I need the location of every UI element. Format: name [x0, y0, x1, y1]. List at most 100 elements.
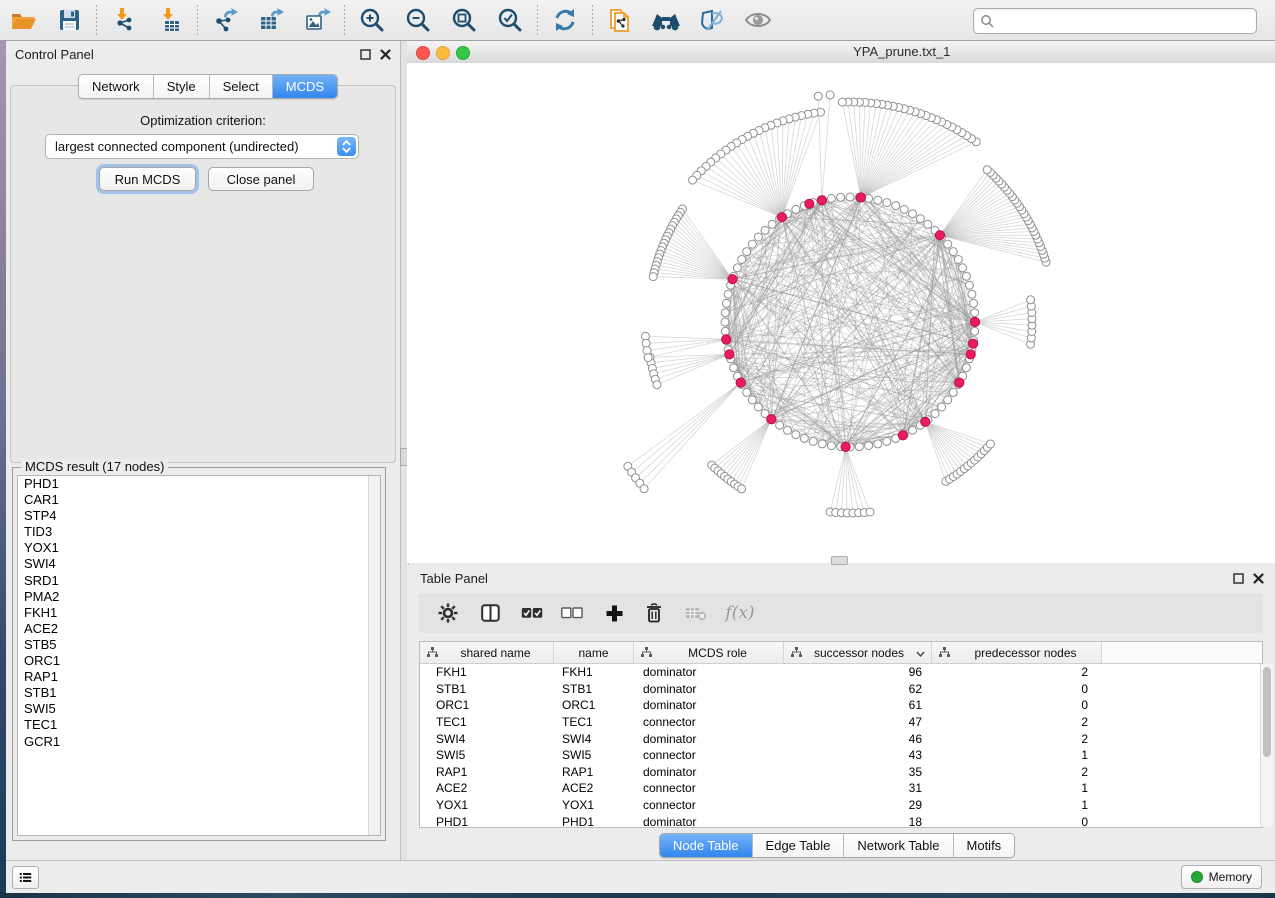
graph-node[interactable]: [818, 440, 826, 448]
save-button[interactable]: [52, 4, 86, 36]
graph-hub-node[interactable]: [725, 350, 734, 359]
graph-node[interactable]: [827, 194, 835, 202]
graph-node[interactable]: [754, 403, 762, 411]
graph-node[interactable]: [730, 364, 738, 372]
tab-mcds[interactable]: MCDS: [273, 75, 337, 98]
open-file-button[interactable]: [6, 4, 40, 36]
network-window-titlebar[interactable]: YPA_prune.txt_1: [407, 41, 1275, 64]
column-header-predecessor-nodes[interactable]: predecessor nodes: [932, 642, 1102, 663]
table-row[interactable]: SWI5SWI5connector431: [420, 747, 1262, 764]
graph-node[interactable]: [883, 437, 891, 445]
tab-node-table[interactable]: Node Table: [660, 834, 753, 857]
export-image-button[interactable]: [300, 4, 334, 36]
table-scrollbar[interactable]: [1260, 664, 1273, 826]
table-row[interactable]: YOX1YOX1connector291: [420, 797, 1262, 814]
graph-node[interactable]: [959, 264, 967, 272]
graph-node[interactable]: [962, 364, 970, 372]
mcds-result-item[interactable]: ORC1: [18, 653, 380, 669]
close-panel-button[interactable]: Close panel: [208, 167, 314, 191]
graph-node[interactable]: [900, 205, 908, 213]
graph-node[interactable]: [721, 318, 729, 326]
zoom-in-button[interactable]: [355, 4, 389, 36]
mcds-result-item[interactable]: SWI5: [18, 701, 380, 717]
mcds-result-item[interactable]: TID3: [18, 524, 380, 540]
table-row[interactable]: SWI4SWI4dominator462: [420, 730, 1262, 747]
show-panels-list-button[interactable]: [12, 866, 39, 889]
select-all-button[interactable]: [515, 596, 549, 630]
graph-node[interactable]: [724, 290, 732, 298]
graph-node[interactable]: [827, 442, 835, 450]
graph-leaf-node[interactable]: [640, 485, 648, 493]
criterion-dropdown[interactable]: largest connected component (undirected): [45, 134, 359, 159]
graph-leaf-node[interactable]: [644, 354, 652, 362]
network-canvas[interactable]: [407, 63, 1275, 563]
sort-chevron-icon[interactable]: [916, 646, 925, 660]
graph-leaf-node[interactable]: [1027, 296, 1035, 304]
table-row[interactable]: TEC1TEC1connector472: [420, 714, 1262, 731]
mcds-result-item[interactable]: SRD1: [18, 573, 380, 589]
graph-hub-node[interactable]: [841, 442, 850, 451]
table-row[interactable]: FKH1FKH1dominator962: [420, 664, 1262, 681]
graph-leaf-node[interactable]: [689, 176, 697, 184]
graph-hub-node[interactable]: [969, 339, 978, 348]
graph-node[interactable]: [965, 281, 973, 289]
graph-node[interactable]: [776, 421, 784, 429]
mcds-result-item[interactable]: PHD1: [18, 476, 380, 492]
graph-leaf-node[interactable]: [814, 92, 822, 100]
search-field[interactable]: [994, 12, 1256, 30]
mcds-result-item[interactable]: ACE2: [18, 621, 380, 637]
graph-node[interactable]: [944, 240, 952, 248]
table-row[interactable]: PHD1PHD1dominator180: [420, 813, 1262, 830]
graph-node[interactable]: [938, 403, 946, 411]
toggle-columns-button[interactable]: [473, 596, 507, 630]
zoom-selected-button[interactable]: [493, 4, 527, 36]
column-header-successor-nodes[interactable]: successor nodes: [784, 642, 932, 663]
mcds-result-list[interactable]: PHD1CAR1STP4TID3YOX1SWI4SRD1PMA2FKH1ACE2…: [17, 475, 381, 836]
tab-style[interactable]: Style: [154, 75, 210, 98]
import-network-button[interactable]: [107, 4, 141, 36]
unselect-all-button[interactable]: [555, 596, 589, 630]
graph-node[interactable]: [954, 256, 962, 264]
graph-node[interactable]: [800, 434, 808, 442]
column-header-MCDS-role[interactable]: MCDS role: [634, 642, 784, 663]
graph-node[interactable]: [792, 205, 800, 213]
graph-node[interactable]: [722, 299, 730, 307]
float-window-icon[interactable]: [358, 47, 372, 61]
graph-node[interactable]: [944, 396, 952, 404]
export-table-button[interactable]: [254, 4, 288, 36]
graph-leaf-node[interactable]: [738, 485, 746, 493]
graph-node[interactable]: [916, 215, 924, 223]
mcds-result-item[interactable]: FKH1: [18, 605, 380, 621]
graph-node[interactable]: [970, 299, 978, 307]
graph-node[interactable]: [949, 388, 957, 396]
graph-node[interactable]: [743, 388, 751, 396]
table-row[interactable]: ACE2ACE2connector311: [420, 780, 1262, 797]
graph-hub-node[interactable]: [736, 378, 745, 387]
export-network-button[interactable]: [208, 4, 242, 36]
network-graph[interactable]: [407, 63, 1275, 563]
graph-hub-node[interactable]: [817, 196, 826, 205]
graph-hub-node[interactable]: [777, 213, 786, 222]
graph-node[interactable]: [892, 202, 900, 210]
tab-edge-table[interactable]: Edge Table: [753, 834, 845, 857]
import-table-button[interactable]: [153, 4, 187, 36]
graph-leaf-node[interactable]: [653, 381, 661, 389]
search-network-button[interactable]: [649, 4, 683, 36]
column-header-name[interactable]: name: [554, 642, 634, 663]
graph-hub-node[interactable]: [856, 193, 865, 202]
graph-node[interactable]: [809, 437, 817, 445]
graph-node[interactable]: [837, 193, 845, 201]
graph-hub-node[interactable]: [935, 231, 944, 240]
delete-column-button[interactable]: [637, 596, 671, 630]
search-input[interactable]: [973, 8, 1257, 34]
add-column-button[interactable]: [597, 596, 631, 630]
graph-node[interactable]: [855, 443, 863, 451]
graph-hub-node[interactable]: [767, 415, 776, 424]
graph-node[interactable]: [721, 309, 729, 317]
mcds-result-item[interactable]: RAP1: [18, 669, 380, 685]
float-window-icon[interactable]: [1231, 571, 1245, 585]
tab-motifs[interactable]: Motifs: [954, 834, 1015, 857]
graph-node[interactable]: [971, 327, 979, 335]
window-minimize-button[interactable]: [436, 46, 450, 60]
graph-node[interactable]: [761, 226, 769, 234]
